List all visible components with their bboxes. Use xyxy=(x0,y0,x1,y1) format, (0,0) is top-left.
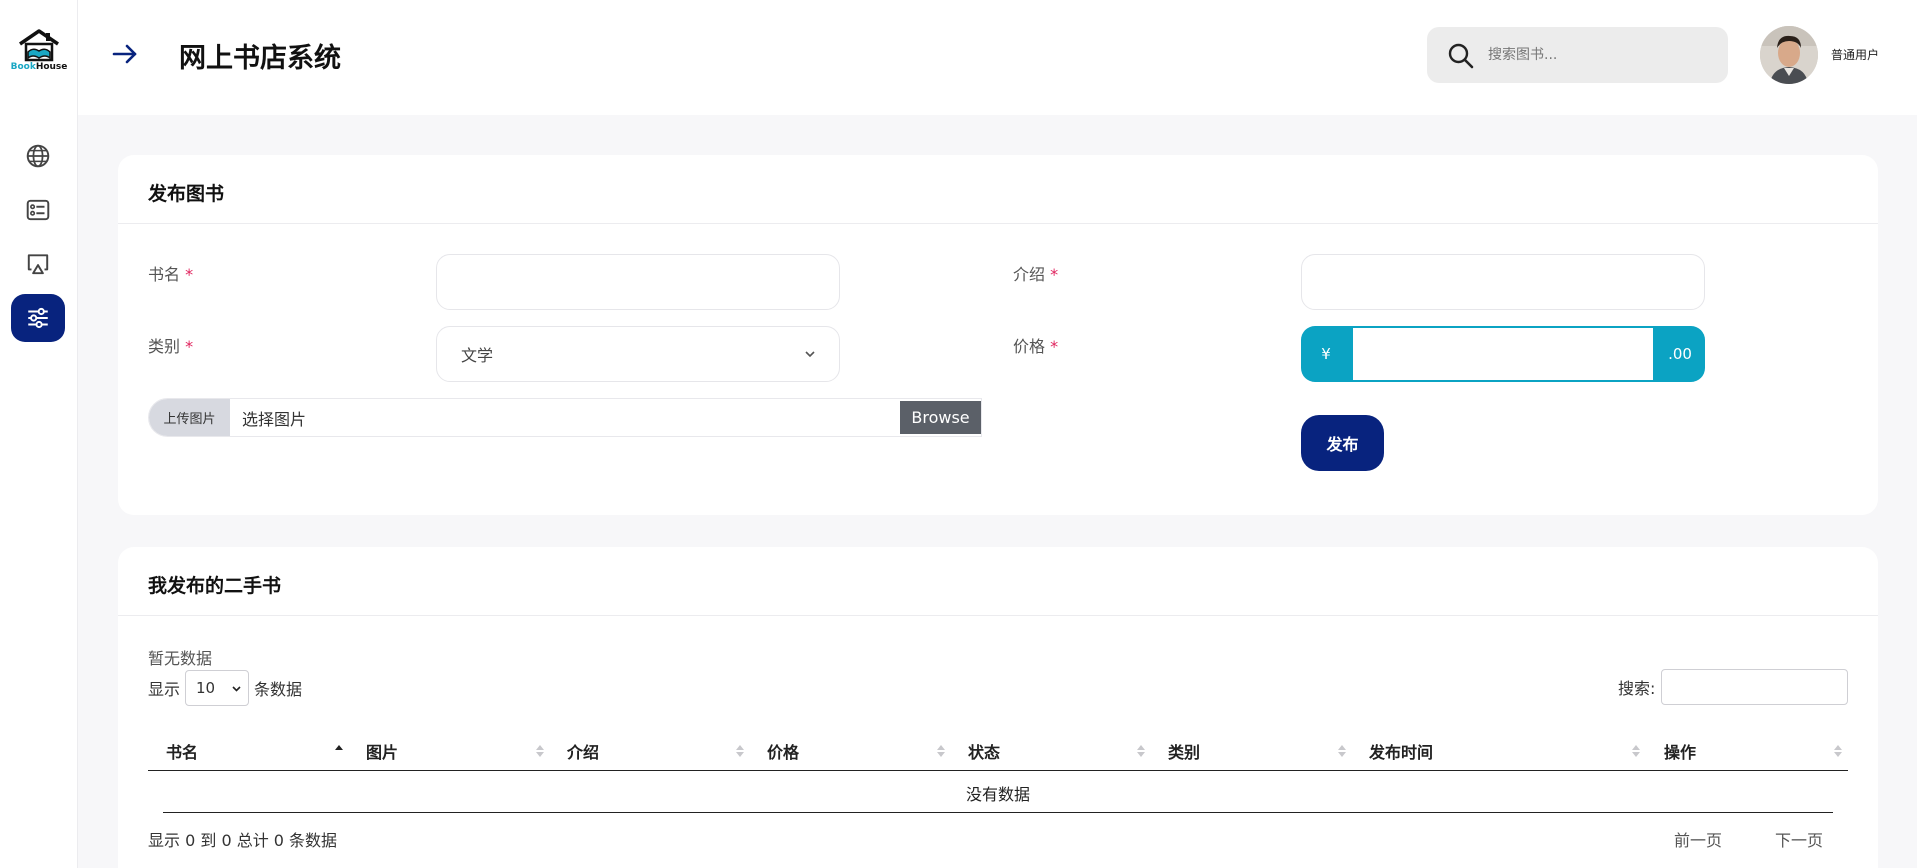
sort-icon[interactable] xyxy=(1136,743,1146,759)
sort-icon[interactable] xyxy=(1631,743,1641,759)
avatar[interactable] xyxy=(1760,26,1818,84)
sidebar-item-list[interactable] xyxy=(11,186,65,234)
column-header-price[interactable]: 价格 xyxy=(767,731,799,771)
column-header-intro[interactable]: 介绍 xyxy=(567,731,599,771)
my-books-title: 我发布的二手书 xyxy=(148,575,282,597)
browse-button[interactable]: Browse xyxy=(900,401,981,434)
search-input[interactable] xyxy=(1488,39,1708,71)
category-label: 类别 * xyxy=(148,337,194,356)
sidebar-item-settings[interactable] xyxy=(11,294,65,342)
price-prefix: ¥ xyxy=(1301,326,1351,382)
sort-icon[interactable] xyxy=(936,743,946,759)
image-upload[interactable]: 上传图片 选择图片 Browse xyxy=(148,398,982,437)
column-header-image[interactable]: 图片 xyxy=(366,731,398,771)
upload-label: 上传图片 xyxy=(149,399,230,436)
column-header-publish-time[interactable]: 发布时间 xyxy=(1369,731,1433,771)
intro-input[interactable] xyxy=(1301,254,1705,310)
sliders-icon xyxy=(28,307,48,329)
table-search-label: 搜索: xyxy=(1618,679,1656,698)
chevron-down-icon xyxy=(805,351,815,358)
table-header: 书名 图片 介绍 价格 状态 类别 发布时间 操作 xyxy=(148,731,1848,771)
sort-asc-icon[interactable] xyxy=(334,743,344,759)
table-search-input[interactable] xyxy=(1661,669,1849,705)
table-search: 搜索: xyxy=(1618,669,1849,705)
category-value: 文学 xyxy=(461,346,494,365)
global-search xyxy=(1427,27,1728,83)
globe-icon xyxy=(26,144,50,168)
bookhouse-logo[interactable]: BookHouse xyxy=(8,28,70,84)
sort-icon[interactable] xyxy=(735,743,745,759)
category-select[interactable]: 文学 xyxy=(436,326,840,382)
card-divider xyxy=(118,223,1878,224)
logo-text: BookHouse xyxy=(10,62,68,72)
search-icon[interactable] xyxy=(1447,42,1475,70)
user-portrait-icon xyxy=(1760,26,1818,84)
price-suffix: .00 xyxy=(1655,326,1705,382)
price-input-group: ¥ .00 xyxy=(1301,326,1705,382)
table-info: 显示 0 到 0 总计 0 条数据 xyxy=(148,831,338,850)
column-header-actions[interactable]: 操作 xyxy=(1664,731,1696,771)
column-header-status[interactable]: 状态 xyxy=(968,731,1000,771)
top-header: 网上书店系统 普通用户 xyxy=(78,0,1917,115)
page-title: 网上书店系统 xyxy=(179,43,341,74)
sidebar: BookHouse xyxy=(0,0,78,868)
column-header-category[interactable]: 类别 xyxy=(1168,731,1200,771)
page-length-control: 显示 10 条数据 xyxy=(148,670,302,706)
upload-file-text[interactable]: 选择图片 xyxy=(230,399,900,436)
sidebar-item-presentation[interactable] xyxy=(11,240,65,288)
show-prefix: 显示 xyxy=(148,680,181,699)
publish-button[interactable]: 发布 xyxy=(1301,415,1384,471)
page-length-value: 10 xyxy=(196,679,216,697)
list-card-icon xyxy=(26,199,50,221)
sort-icon[interactable] xyxy=(1833,743,1843,759)
publish-book-card: 发布图书 书名 * 介绍 * 类别 * 文学 价格 * ¥ .00 上传图片 选… xyxy=(118,155,1878,515)
publish-card-title: 发布图书 xyxy=(148,183,225,205)
chevron-down-icon xyxy=(232,686,241,692)
house-book-icon xyxy=(19,29,59,62)
next-page-button[interactable]: 下一页 xyxy=(1775,827,1823,851)
table-empty-row: 没有数据 xyxy=(163,773,1833,813)
arrow-right-icon[interactable] xyxy=(111,40,139,68)
my-books-card: 我发布的二手书 暂无数据 显示 10 条数据 搜索: 书名 图片 介绍 价格 状… xyxy=(118,547,1878,868)
price-label: 价格 * xyxy=(1013,337,1059,356)
price-input[interactable] xyxy=(1351,326,1655,382)
book-name-input[interactable] xyxy=(436,254,840,310)
page-length-select[interactable]: 10 xyxy=(185,670,250,706)
column-header-name[interactable]: 书名 xyxy=(166,731,198,771)
show-suffix: 条数据 xyxy=(254,680,303,699)
empty-notice: 暂无数据 xyxy=(148,649,213,668)
user-role-label[interactable]: 普通用户 xyxy=(1831,46,1879,63)
prev-page-button[interactable]: 前一页 xyxy=(1674,827,1722,851)
sort-icon[interactable] xyxy=(535,743,545,759)
presentation-icon xyxy=(27,254,49,275)
intro-label: 介绍 * xyxy=(1013,265,1059,284)
book-name-label: 书名 * xyxy=(148,265,194,284)
sidebar-item-globe[interactable] xyxy=(11,132,65,180)
sort-icon[interactable] xyxy=(1337,743,1347,759)
card-divider xyxy=(118,615,1878,616)
